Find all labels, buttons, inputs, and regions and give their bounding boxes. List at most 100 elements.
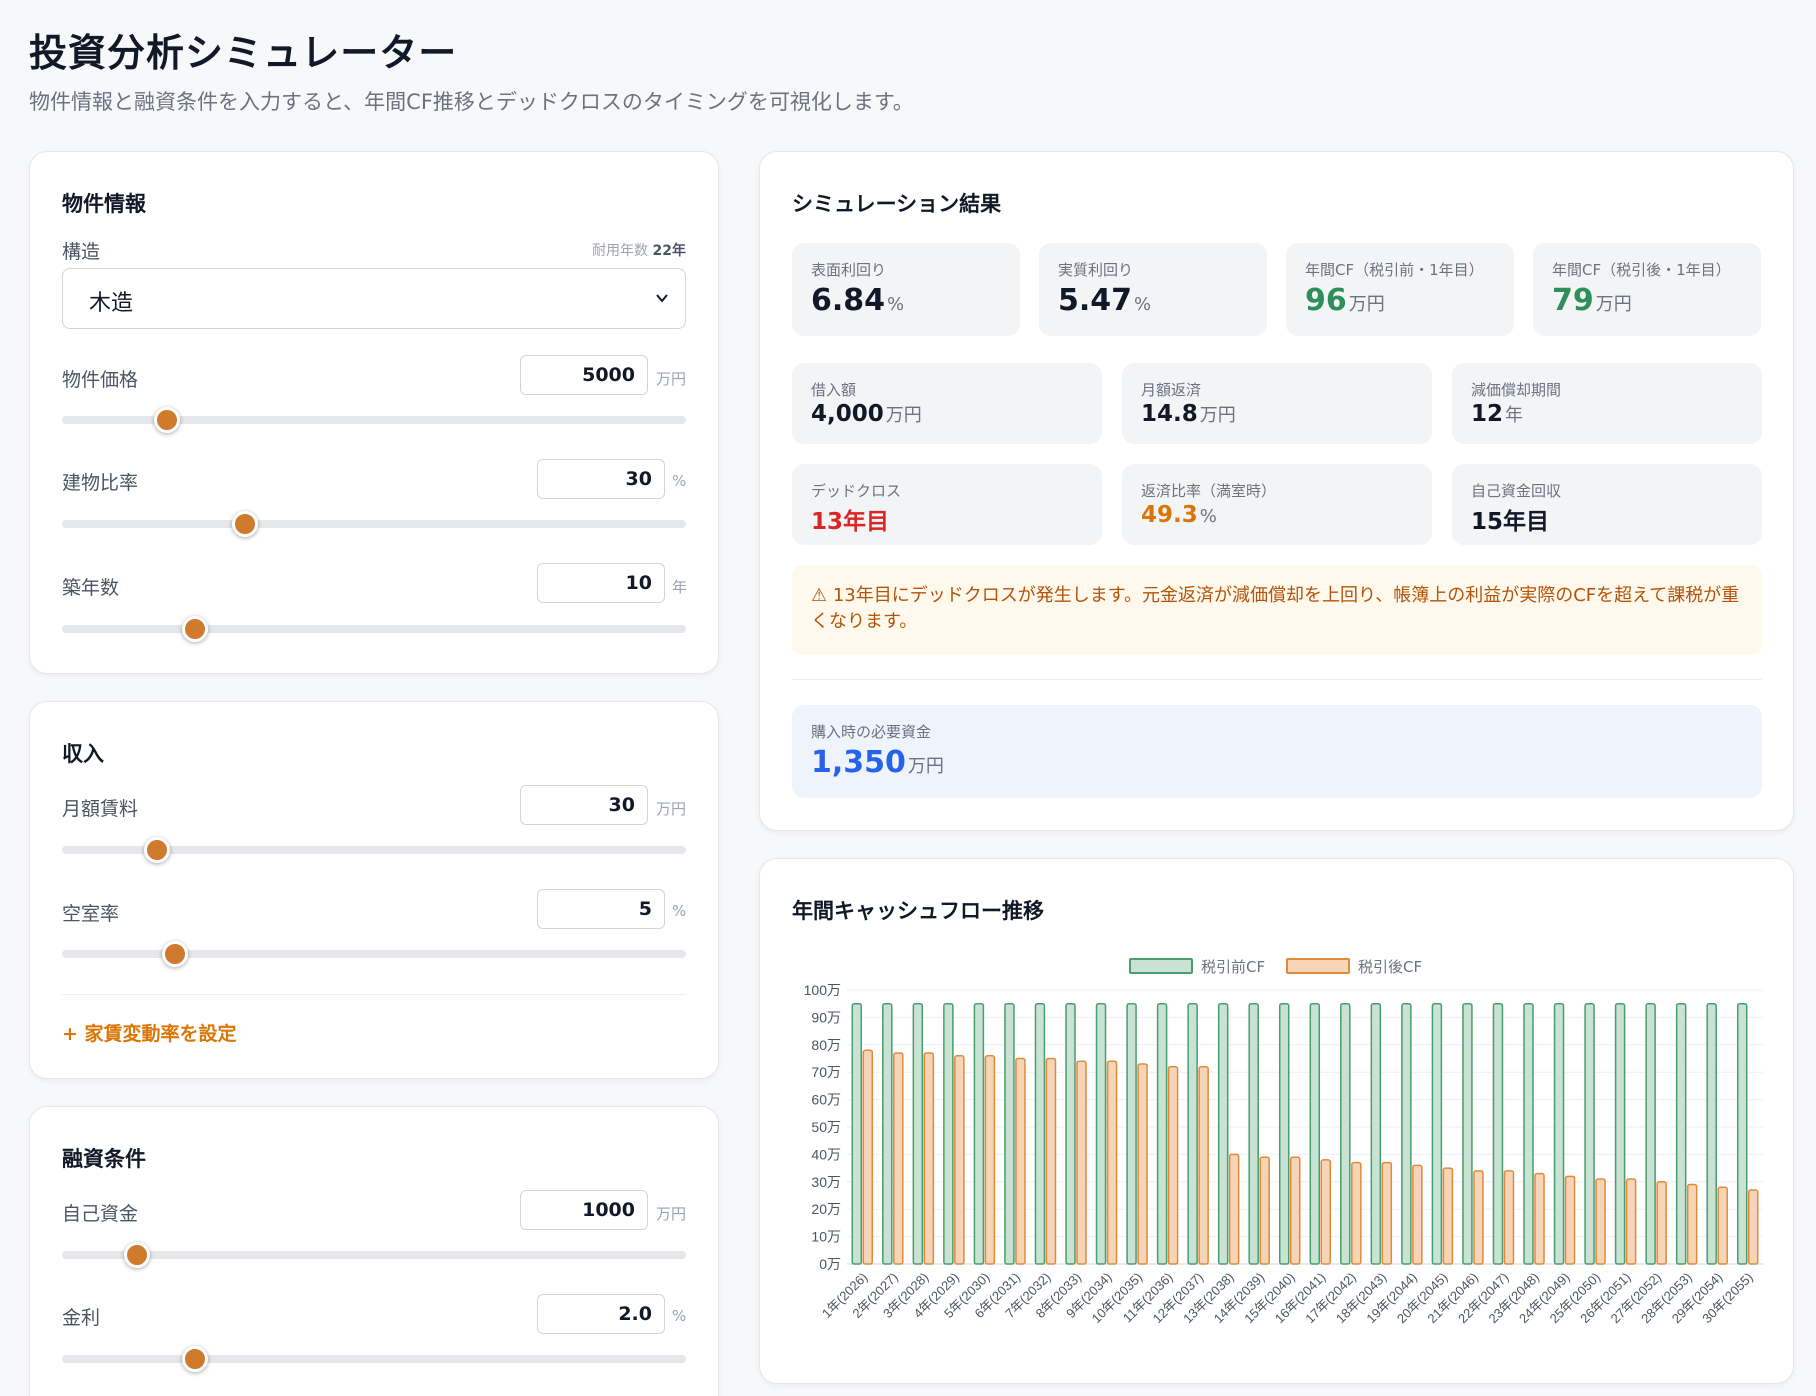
bar-pretax[interactable] bbox=[1736, 1002, 1748, 1265]
bar-posttax[interactable] bbox=[1534, 1172, 1545, 1265]
bar-pretax[interactable] bbox=[851, 1002, 863, 1265]
structure-select[interactable]: 木造 bbox=[62, 268, 686, 329]
rent-slider-thumb[interactable] bbox=[144, 837, 170, 863]
bar-posttax[interactable] bbox=[1473, 1170, 1484, 1265]
bar-posttax[interactable] bbox=[1686, 1183, 1698, 1265]
bar-pretax[interactable] bbox=[912, 1002, 924, 1265]
bar-posttax[interactable] bbox=[1289, 1156, 1301, 1265]
building-ratio-input[interactable]: 30 bbox=[537, 459, 665, 499]
required-funds-label: 購入時の必要資金 bbox=[811, 723, 932, 741]
bar-posttax[interactable] bbox=[1442, 1167, 1454, 1265]
bar-pretax[interactable] bbox=[1401, 1002, 1412, 1265]
bar-pretax[interactable] bbox=[1645, 1002, 1656, 1265]
bar-pretax[interactable] bbox=[943, 1002, 954, 1265]
bar-posttax[interactable] bbox=[984, 1055, 996, 1265]
interest-slider-thumb[interactable] bbox=[182, 1346, 208, 1372]
stat-value: 13年目 bbox=[811, 509, 890, 535]
y-tick-label: 60万 bbox=[811, 1092, 841, 1108]
stat-label: 借入額 bbox=[811, 381, 857, 399]
bar-posttax[interactable] bbox=[1381, 1161, 1393, 1265]
bar-posttax[interactable] bbox=[1564, 1175, 1576, 1265]
bar-posttax[interactable] bbox=[1747, 1189, 1759, 1265]
bar-pretax[interactable] bbox=[1095, 1002, 1107, 1265]
bar-pretax[interactable] bbox=[1217, 1002, 1229, 1265]
vacancy-input[interactable]: 5 bbox=[537, 889, 665, 929]
age-slider-thumb[interactable] bbox=[182, 616, 208, 642]
interest-input[interactable]: 2.0 bbox=[537, 1294, 665, 1334]
age-slider-track[interactable] bbox=[62, 625, 686, 633]
bar-pretax[interactable] bbox=[1492, 1002, 1504, 1265]
bar-posttax[interactable] bbox=[1656, 1181, 1667, 1265]
bar-posttax[interactable] bbox=[1625, 1178, 1637, 1265]
income-card: 収入 月額賃料 30 万円 空室率 5 % + 家賃変動率を設定 bbox=[29, 701, 719, 1079]
bar-pretax[interactable] bbox=[1675, 1002, 1687, 1265]
bar-posttax[interactable] bbox=[1015, 1057, 1026, 1265]
bar-pretax[interactable] bbox=[973, 1002, 985, 1265]
y-tick-label: 40万 bbox=[811, 1146, 841, 1162]
bar-posttax[interactable] bbox=[923, 1052, 935, 1265]
bar-posttax[interactable] bbox=[1106, 1060, 1118, 1265]
bar-posttax[interactable] bbox=[1351, 1161, 1362, 1265]
bar-posttax[interactable] bbox=[893, 1052, 904, 1265]
stat-depreciation-period: 減価償却期間 12 年 bbox=[1452, 363, 1762, 444]
bar-posttax[interactable] bbox=[1412, 1164, 1423, 1265]
bar-pretax[interactable] bbox=[1614, 1002, 1626, 1265]
bar-pretax[interactable] bbox=[1065, 1002, 1076, 1265]
bar-posttax[interactable] bbox=[1198, 1065, 1209, 1265]
bar-pretax[interactable] bbox=[1340, 1002, 1351, 1265]
building-ratio-slider-thumb[interactable] bbox=[232, 511, 258, 537]
bar-posttax[interactable] bbox=[1045, 1057, 1057, 1265]
bar-pretax[interactable] bbox=[1431, 1002, 1443, 1265]
bar-posttax[interactable] bbox=[1503, 1170, 1515, 1265]
bar-pretax[interactable] bbox=[1126, 1002, 1137, 1265]
bar-posttax[interactable] bbox=[1167, 1065, 1179, 1265]
bar-pretax[interactable] bbox=[1523, 1002, 1534, 1265]
bar-pretax[interactable] bbox=[1187, 1002, 1198, 1265]
rent-change-rate-link[interactable]: + 家賃変動率を設定 bbox=[62, 1019, 237, 1046]
bar-posttax[interactable] bbox=[862, 1049, 874, 1265]
bar-posttax[interactable] bbox=[1228, 1153, 1240, 1265]
bar-pretax[interactable] bbox=[1370, 1002, 1382, 1265]
card-title: 融資条件 bbox=[62, 1147, 146, 1171]
bar-pretax[interactable] bbox=[1553, 1002, 1565, 1265]
bar-pretax[interactable] bbox=[1706, 1002, 1717, 1265]
bar-pretax[interactable] bbox=[1248, 1002, 1259, 1265]
bar-pretax[interactable] bbox=[1278, 1002, 1290, 1265]
y-tick-label: 30万 bbox=[811, 1174, 841, 1190]
dead-cross-warning: ⚠ 13年目にデッドクロスが発生します。元金返済が減価償却を上回り、帳簿上の利益… bbox=[792, 565, 1762, 655]
bar-pretax[interactable] bbox=[882, 1002, 893, 1265]
bar-posttax[interactable] bbox=[1137, 1063, 1148, 1265]
page-subtitle: 物件情報と融資条件を入力すると、年間CF推移とデッドクロスのタイミングを可視化し… bbox=[29, 90, 914, 114]
bar-pretax[interactable] bbox=[1309, 1002, 1321, 1265]
rent-input[interactable]: 30 bbox=[520, 785, 648, 825]
bar-pretax[interactable] bbox=[1034, 1002, 1046, 1265]
bar-pretax[interactable] bbox=[1462, 1002, 1473, 1265]
bar-pretax[interactable] bbox=[1004, 1002, 1015, 1265]
bar-pretax[interactable] bbox=[1584, 1002, 1595, 1265]
building-ratio-slider-track[interactable] bbox=[62, 520, 686, 528]
bar-posttax[interactable] bbox=[1259, 1156, 1270, 1265]
bar-posttax[interactable] bbox=[1595, 1178, 1606, 1265]
required-funds: 購入時の必要資金 1,350 万円 bbox=[792, 705, 1762, 798]
stat-net-yield: 実質利回り 5.47% bbox=[1039, 243, 1267, 336]
structure-label: 構造 bbox=[62, 241, 101, 263]
price-label: 物件価格 bbox=[62, 369, 139, 391]
price-slider-thumb[interactable] bbox=[154, 407, 180, 433]
equity-slider-track[interactable] bbox=[62, 1251, 686, 1259]
bar-posttax[interactable] bbox=[1717, 1186, 1728, 1265]
stat-value: 6.84% bbox=[811, 283, 905, 318]
y-tick-label: 20万 bbox=[811, 1201, 841, 1217]
vacancy-slider-thumb[interactable] bbox=[162, 941, 188, 967]
interest-slider-track[interactable] bbox=[62, 1355, 686, 1363]
stat-label: デッドクロス bbox=[811, 482, 902, 500]
vacancy-slider-track[interactable] bbox=[62, 950, 686, 958]
bar-pretax[interactable] bbox=[1156, 1002, 1168, 1265]
bar-posttax[interactable] bbox=[1320, 1159, 1332, 1265]
bar-posttax[interactable] bbox=[954, 1055, 965, 1265]
bar-posttax[interactable] bbox=[1076, 1060, 1087, 1265]
equity-slider-thumb[interactable] bbox=[124, 1242, 150, 1268]
building-ratio-label: 建物比率 bbox=[62, 472, 139, 494]
age-input[interactable]: 10 bbox=[537, 563, 665, 603]
equity-input[interactable]: 1000 bbox=[520, 1190, 648, 1230]
price-input[interactable]: 5000 bbox=[520, 355, 648, 395]
